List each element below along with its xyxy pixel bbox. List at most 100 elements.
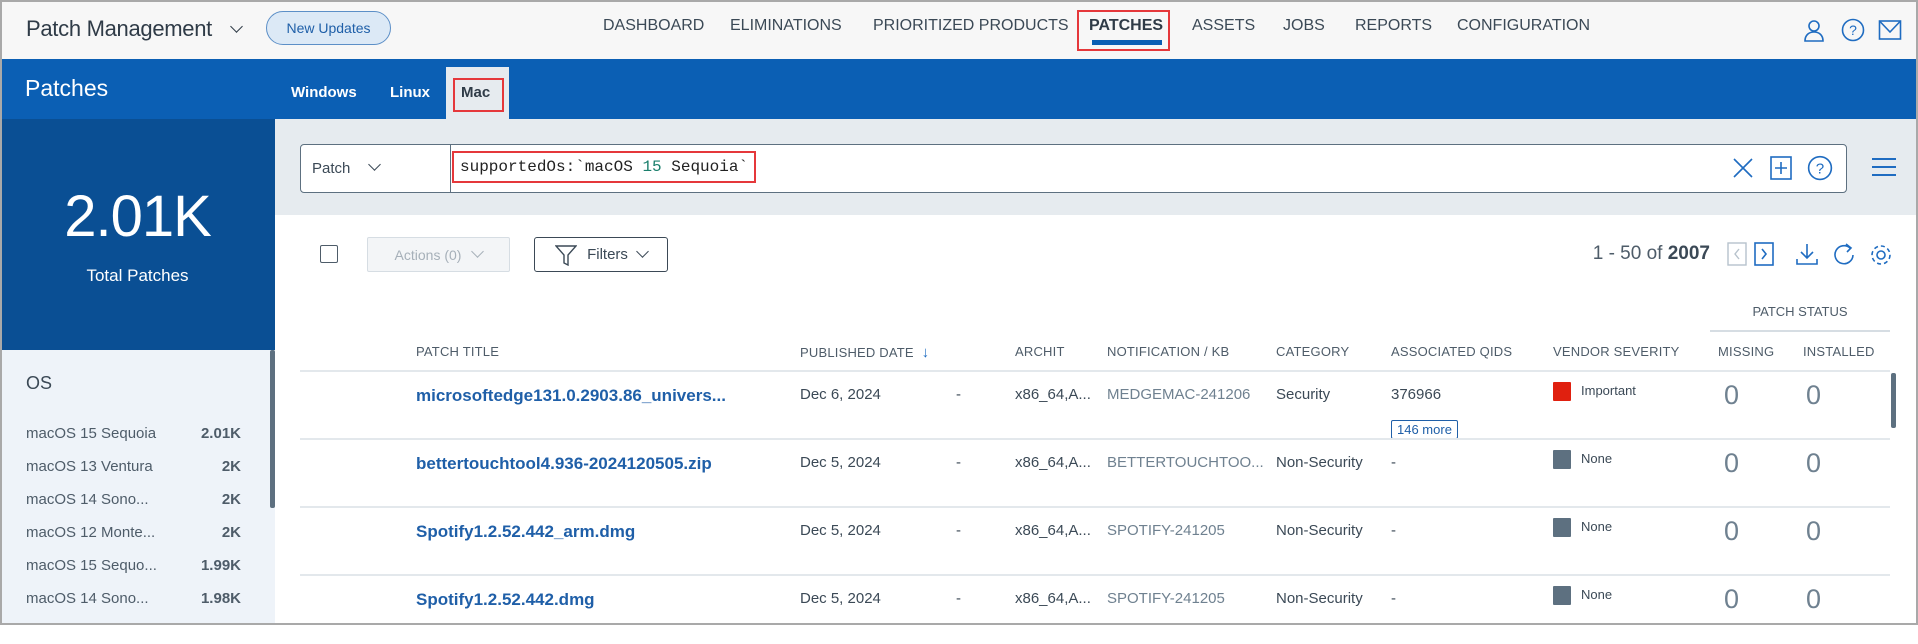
table-row[interactable]: microsoftedge131.0.2903.86_univers... De… <box>300 372 1890 440</box>
query-number: 15 <box>642 158 662 176</box>
help-icon[interactable]: ? <box>1841 18 1865 42</box>
column-header-category[interactable]: CATEGORY <box>1276 344 1349 359</box>
missing-count[interactable]: 0 <box>1724 516 1739 547</box>
new-updates-button[interactable]: New Updates <box>266 11 391 45</box>
clear-icon[interactable] <box>1732 157 1754 179</box>
associated-qids: 376966 146 more <box>1391 386 1458 439</box>
table-scrollbar[interactable] <box>1891 373 1896 428</box>
os-label: macOS 14 Sono... <box>26 491 149 508</box>
published-date: Dec 5, 2024 <box>800 590 881 607</box>
notification-kb: SPOTIFY-241205 <box>1107 590 1225 607</box>
published-date: Dec 5, 2024 <box>800 522 881 539</box>
sidebar-scrollbar[interactable] <box>270 350 275 508</box>
filter-icon <box>555 244 578 266</box>
more-qids-button[interactable]: 146 more <box>1391 420 1458 439</box>
associated-qids: - <box>1391 522 1396 539</box>
installed-count[interactable]: 0 <box>1806 448 1821 479</box>
severity-indicator <box>1553 586 1571 605</box>
prev-page-icon[interactable] <box>1727 242 1747 266</box>
mail-icon[interactable] <box>1878 18 1902 42</box>
tab-windows[interactable]: Windows <box>291 84 357 101</box>
extra-value: - <box>956 590 961 607</box>
installed-count[interactable]: 0 <box>1806 584 1821 615</box>
severity-label: None <box>1581 450 1613 466</box>
table-row[interactable]: bettertouchtool4.936-2024120505.zip Dec … <box>300 440 1890 508</box>
filters-button[interactable]: Filters <box>534 237 668 272</box>
highlight-box <box>1077 10 1170 51</box>
add-icon[interactable] <box>1770 156 1792 180</box>
column-header-vendor-severity[interactable]: VENDOR SEVERITY <box>1553 344 1680 359</box>
severity-indicator <box>1553 518 1571 537</box>
patch-status-group-header: PATCH STATUS <box>1752 304 1848 319</box>
actions-button[interactable]: Actions (0) <box>367 237 510 272</box>
next-page-icon[interactable] <box>1754 242 1774 266</box>
notification-kb: BETTERTOUCHTOO... <box>1107 454 1264 471</box>
download-icon[interactable] <box>1795 242 1819 266</box>
table-row[interactable]: Spotify1.2.52.442.dmg Dec 5, 2024 - x86_… <box>300 576 1890 644</box>
column-header-associated-qids[interactable]: ASSOCIATED QIDS <box>1391 344 1512 359</box>
total-patches-label: Total Patches <box>86 266 189 285</box>
severity-label: None <box>1581 586 1613 602</box>
nav-configuration[interactable]: CONFIGURATION <box>1457 17 1590 35</box>
pager-range: 1 - 50 of <box>1592 243 1663 264</box>
column-header-missing[interactable]: MISSING <box>1718 344 1774 359</box>
svg-text:?: ? <box>1816 160 1824 177</box>
column-header-archit[interactable]: ARCHIT <box>1015 344 1065 359</box>
category: Non-Security <box>1276 522 1363 539</box>
missing-count[interactable]: 0 <box>1724 380 1739 411</box>
os-filter-item[interactable]: macOS 12 Monte... 2K <box>26 524 241 541</box>
tab-linux[interactable]: Linux <box>390 84 430 101</box>
search-type-dropdown[interactable]: Patch <box>312 158 382 177</box>
menu-icon[interactable] <box>1872 157 1896 177</box>
column-label: PUBLISHED DATE <box>800 345 914 360</box>
column-header-notification-kb[interactable]: NOTIFICATION / KB <box>1107 344 1229 359</box>
nav-jobs[interactable]: JOBS <box>1283 17 1325 35</box>
table-row[interactable]: Spotify1.2.52.442_arm.dmg Dec 5, 2024 - … <box>300 508 1890 576</box>
pagination-info: 1 - 50 of 2007 <box>1593 243 1710 265</box>
search-type-label: Patch <box>312 160 351 177</box>
search-input[interactable]: supportedOs:`macOS 15 Sequoia` <box>452 151 757 183</box>
chevron-down-icon <box>471 245 485 258</box>
os-label: macOS 12 Monte... <box>26 524 156 541</box>
query-text: Sequoia` <box>661 158 749 176</box>
select-all-checkbox[interactable] <box>320 245 338 263</box>
user-icon[interactable] <box>1802 18 1826 42</box>
patch-title-link[interactable]: bettertouchtool4.936-2024120505.zip <box>416 454 712 474</box>
missing-count[interactable]: 0 <box>1724 584 1739 615</box>
settings-icon[interactable] <box>1868 242 1894 268</box>
os-filter-item[interactable]: macOS 13 Ventura 2K <box>26 458 241 475</box>
os-filter-item[interactable]: macOS 14 Sono... 2K <box>26 491 241 508</box>
refresh-icon[interactable] <box>1832 242 1856 268</box>
filters-label: Filters <box>587 246 628 263</box>
installed-count[interactable]: 0 <box>1806 380 1821 411</box>
divider <box>1710 330 1890 332</box>
qid-value: - <box>1391 522 1396 539</box>
patch-title-link[interactable]: Spotify1.2.52.442_arm.dmg <box>416 522 635 542</box>
app-switcher[interactable]: Patch Management <box>26 16 243 42</box>
column-header-published-date[interactable]: PUBLISHED DATE ↓ <box>800 344 929 361</box>
qid-value: - <box>1391 590 1396 607</box>
installed-count[interactable]: 0 <box>1806 516 1821 547</box>
nav-reports[interactable]: REPORTS <box>1355 17 1432 35</box>
column-header-patch-title[interactable]: PATCH TITLE <box>416 344 499 359</box>
extra-value: - <box>956 386 961 403</box>
patch-title-link[interactable]: microsoftedge131.0.2903.86_univers... <box>416 386 726 406</box>
architecture: x86_64,A... <box>1015 386 1091 403</box>
qid-value: 376966 <box>1391 386 1442 403</box>
os-filter-item[interactable]: macOS 14 Sono... 1.98K <box>26 590 241 607</box>
notification-kb: MEDGEMAC-241206 <box>1107 386 1251 403</box>
architecture: x86_64,A... <box>1015 454 1091 471</box>
column-header-installed[interactable]: INSTALLED <box>1803 344 1875 359</box>
vendor-severity: Important <box>1553 382 1636 401</box>
architecture: x86_64,A... <box>1015 522 1091 539</box>
missing-count[interactable]: 0 <box>1724 448 1739 479</box>
patch-title-link[interactable]: Spotify1.2.52.442.dmg <box>416 590 595 610</box>
highlight-box <box>453 78 504 112</box>
nav-assets[interactable]: ASSETS <box>1192 17 1255 35</box>
nav-prioritized-products[interactable]: PRIORITIZED PRODUCTS <box>873 17 1069 35</box>
nav-eliminations[interactable]: ELIMINATIONS <box>730 17 842 35</box>
os-filter-item[interactable]: macOS 15 Sequoia 2.01K <box>26 425 241 442</box>
os-filter-item[interactable]: macOS 15 Sequo... 1.99K <box>26 557 241 574</box>
help-icon[interactable]: ? <box>1807 155 1833 181</box>
nav-dashboard[interactable]: DASHBOARD <box>603 17 704 35</box>
